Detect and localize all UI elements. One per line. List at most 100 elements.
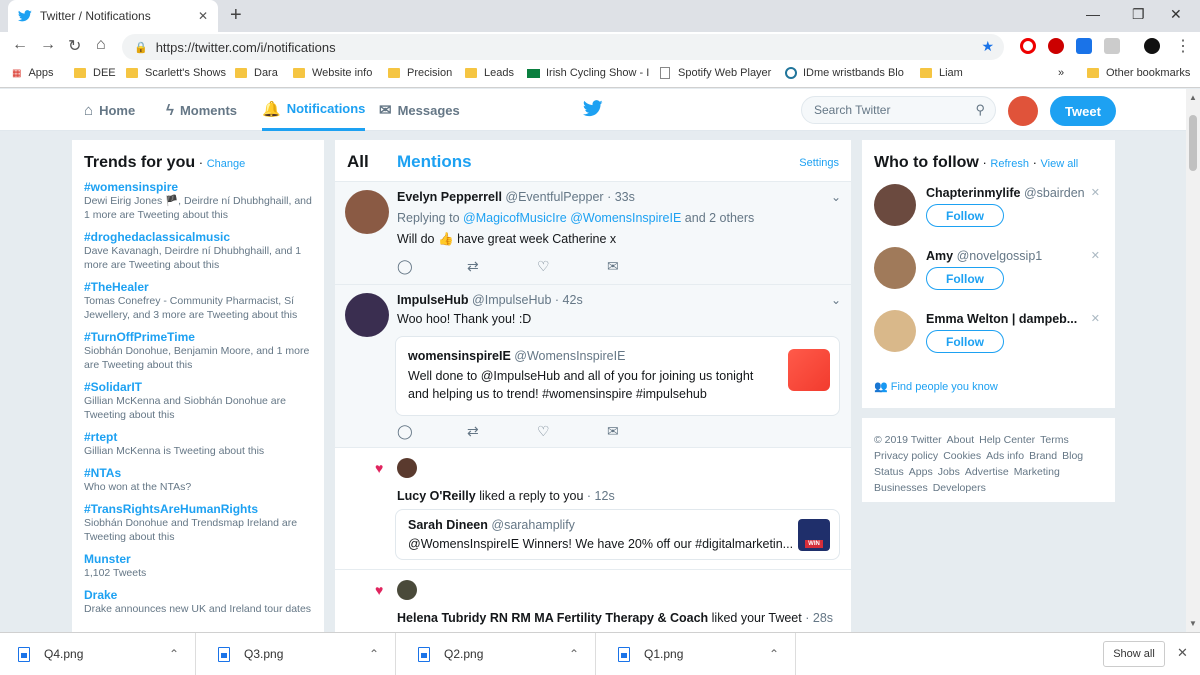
view-all-link[interactable]: View all (1041, 158, 1079, 170)
trend-item[interactable]: #TransRightsAreHumanRights Siobhán Donohu… (84, 502, 312, 544)
trend-item[interactable]: #TurnOffPrimeTime Siobhán Donohue, Benjam… (84, 330, 312, 372)
like-icon[interactable]: ♡ (537, 258, 607, 275)
account-avatar[interactable] (1008, 96, 1038, 126)
scrollbar-thumb[interactable] (1189, 115, 1197, 171)
avatar[interactable] (397, 580, 417, 600)
suggested-name[interactable]: Amy @novelgossip1 (926, 249, 1042, 263)
reply-icon[interactable]: ◯ (397, 258, 467, 275)
bookmark-star-icon[interactable]: ★ (981, 38, 994, 55)
trend-item[interactable]: Drake Drake announces new UK and Ireland … (84, 588, 312, 616)
notification-like[interactable]: ♥ Helena Tubridy RN RM MA Fertility Ther… (335, 570, 851, 632)
liked-tweet-preview[interactable]: Sarah Dineen @sarahamplify @WomensInspir… (395, 509, 840, 560)
chevron-up-icon[interactable]: ⌃ (769, 647, 779, 661)
bookmark-folder[interactable]: Scarlett's Shows (126, 67, 226, 79)
bookmark-spotify[interactable]: Spotify Web Player (660, 67, 771, 79)
trend-item[interactable]: #droghedaclassicalmusic Dave Kavanagh, De… (84, 230, 312, 272)
dropbox-extension-icon[interactable] (1076, 38, 1092, 54)
follow-button[interactable]: Follow (926, 330, 1004, 353)
follow-button[interactable]: Follow (926, 267, 1004, 290)
avatar[interactable] (397, 458, 417, 478)
bookmark-apps[interactable]: ▦ Apps (12, 67, 54, 79)
page-scrollbar[interactable]: ▲ ▼ (1186, 89, 1200, 632)
trends-change-link[interactable]: Change (207, 158, 246, 170)
dismiss-icon[interactable]: ✕ (1091, 312, 1100, 325)
footer-link[interactable]: Jobs (938, 466, 960, 478)
avatar[interactable] (874, 247, 916, 289)
suggested-account[interactable]: Amy @novelgossip1 Follow ✕ (874, 247, 1104, 303)
twitter-logo-icon[interactable] (583, 100, 603, 117)
trend-item[interactable]: #womensinspire Dewi Eirig Jones 🏴, Deirdr… (84, 180, 312, 222)
direct-message-icon[interactable]: ✉ (607, 258, 677, 275)
bookmark-irish-cycling[interactable]: Irish Cycling Show - I (527, 67, 649, 79)
chevron-up-icon[interactable]: ⌃ (169, 647, 179, 661)
chevron-up-icon[interactable]: ⌃ (569, 647, 579, 661)
close-tab-icon[interactable]: ✕ (198, 9, 208, 23)
chevron-up-icon[interactable]: ⌃ (369, 647, 379, 661)
download-item[interactable]: Q4.png ⌃ (0, 633, 196, 675)
bookmark-folder[interactable]: Dara (235, 67, 278, 79)
bookmark-folder[interactable]: Liam (920, 67, 963, 79)
browser-tab[interactable]: Twitter / Notifications ✕ (8, 0, 218, 32)
download-item[interactable]: Q2.png ⌃ (400, 633, 596, 675)
reply-icon[interactable]: ◯ (397, 423, 467, 440)
footer-link[interactable]: Ads info (986, 450, 1024, 462)
nav-notifications[interactable]: 🔔 Notifications (262, 89, 366, 131)
bookmark-folder[interactable]: Precision (388, 67, 452, 79)
footer-link[interactable]: Advertise (965, 466, 1009, 478)
profile-avatar[interactable] (1144, 38, 1160, 54)
search-icon[interactable]: ⚲ (975, 102, 985, 118)
avatar[interactable] (345, 190, 389, 234)
footer-link[interactable]: Help Center (979, 434, 1035, 446)
dismiss-icon[interactable]: ✕ (1091, 249, 1100, 262)
home-icon[interactable]: ⌂ (96, 36, 106, 54)
browser-menu-icon[interactable]: ⋮ (1175, 36, 1191, 56)
find-people-link[interactable]: 👥 Find people you know (874, 380, 998, 393)
footer-link[interactable]: Marketing (1014, 466, 1060, 478)
nav-home[interactable]: ⌂ Home (84, 89, 135, 131)
search-input[interactable]: Search Twitter ⚲ (801, 96, 996, 124)
close-window-icon[interactable]: ✕ (1170, 6, 1182, 23)
suggested-account[interactable]: Chapterinmylife @sbairden Follow ✕ (874, 184, 1104, 240)
scroll-up-icon[interactable]: ▲ (1189, 93, 1197, 102)
trend-item[interactable]: #TheHealer Tomas Conefrey - Community Pha… (84, 280, 312, 322)
footer-link[interactable]: About (947, 434, 974, 446)
footer-link[interactable]: Status (874, 466, 904, 478)
scroll-down-icon[interactable]: ▼ (1189, 619, 1197, 628)
tweet-button[interactable]: Tweet (1050, 96, 1116, 126)
extension-icon[interactable] (1104, 38, 1120, 54)
download-item[interactable]: Q3.png ⌃ (200, 633, 396, 675)
like-icon[interactable]: ♡ (537, 423, 607, 440)
footer-link[interactable]: Terms (1040, 434, 1069, 446)
maximize-icon[interactable]: ❐ (1132, 6, 1145, 23)
footer-link[interactable]: Brand (1029, 450, 1057, 462)
footer-link[interactable]: Blog (1062, 450, 1083, 462)
suggested-name[interactable]: Emma Welton | dampeb... (926, 312, 1077, 326)
direct-message-icon[interactable]: ✉ (607, 423, 677, 440)
opera-extension-icon[interactable] (1020, 38, 1036, 54)
quoted-tweet[interactable]: womensinspireIE @WomensInspireIE Well do… (395, 336, 840, 416)
suggested-account[interactable]: Emma Welton | dampeb... Follow ✕ (874, 310, 1104, 366)
nav-messages[interactable]: ✉ Messages (379, 89, 460, 131)
quoted-media-thumbnail[interactable] (788, 349, 830, 391)
avatar[interactable] (345, 293, 389, 337)
close-downloads-icon[interactable]: ✕ (1177, 645, 1188, 661)
new-tab-icon[interactable]: + (230, 4, 242, 27)
avatar[interactable] (874, 184, 916, 226)
bookmark-folder[interactable]: DEE (74, 67, 116, 79)
notification-like[interactable]: ♥ Lucy O'Reilly liked a reply to you · 1… (335, 448, 851, 570)
tab-all[interactable]: All (347, 152, 369, 172)
nav-moments[interactable]: ϟ Moments (166, 89, 237, 131)
footer-link[interactable]: Privacy policy (874, 450, 938, 462)
back-icon[interactable]: ← (12, 36, 28, 54)
notification-reply[interactable]: Evelyn Pepperrell @EventfulPepper · 33s … (335, 182, 851, 285)
bookmark-folder[interactable]: Website info (293, 67, 372, 79)
tab-mentions[interactable]: Mentions (397, 152, 472, 172)
retweet-icon[interactable]: ⇄ (467, 258, 537, 275)
trend-item[interactable]: #rtept Gillian McKenna is Tweeting about … (84, 430, 312, 458)
suggested-name[interactable]: Chapterinmylife @sbairden (926, 186, 1085, 200)
chevron-down-icon[interactable]: ⌄ (831, 190, 841, 204)
notification-quote-tweet[interactable]: ImpulseHub @ImpulseHub · 42s Woo hoo! Th… (335, 285, 851, 448)
trend-item[interactable]: Munster 1,102 Tweets (84, 552, 312, 580)
avatar[interactable] (874, 310, 916, 352)
adblock-extension-icon[interactable] (1048, 38, 1064, 54)
